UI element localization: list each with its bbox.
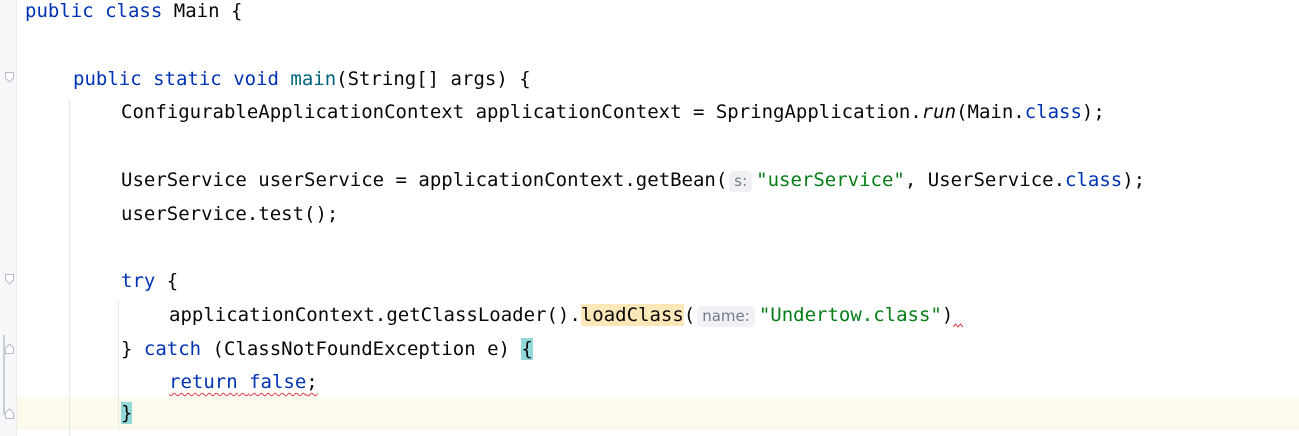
code-text: ); — [1122, 169, 1146, 191]
code-line-4[interactable]: ConfigurableApplicationContext applicati… — [121, 96, 1105, 129]
method-name: main — [290, 68, 337, 90]
fold-marker-icon[interactable] — [5, 72, 14, 83]
indent-guide — [69, 100, 70, 436]
keyword: false — [249, 371, 307, 393]
string-literal: "userService" — [756, 169, 905, 191]
code-text: ConfigurableApplicationContext applicati… — [121, 101, 922, 123]
usage-highlight: loadClass — [580, 304, 684, 326]
code-text: ); — [1081, 101, 1105, 123]
code-text: ; — [306, 371, 318, 393]
class-name: Main — [173, 0, 220, 22]
fold-marker-icon[interactable] — [5, 274, 14, 285]
code-text: ) — [941, 304, 954, 326]
code-text: , UserService. — [904, 169, 1066, 191]
matched-brace: } — [121, 402, 133, 424]
fold-end-icon[interactable] — [5, 343, 14, 354]
code-line-13[interactable]: } — [121, 397, 133, 430]
code-line-3[interactable]: public static void main(String[] args) { — [73, 63, 531, 96]
parameter-hint: s: — [729, 171, 753, 192]
keyword: class — [1065, 169, 1123, 191]
caret-row-highlight — [17, 397, 1299, 430]
keyword: public — [73, 68, 142, 90]
code-text: ( — [683, 304, 696, 326]
fold-end-icon[interactable] — [5, 408, 14, 419]
code-line-9[interactable]: try { — [121, 265, 178, 298]
code-text: applicationContext.getClassLoader(). — [169, 304, 581, 326]
code-text: (ClassNotFoundException e) — [201, 338, 522, 360]
code-text: { — [155, 270, 179, 292]
brace: { — [230, 0, 243, 22]
matched-brace: { — [521, 338, 533, 360]
code-text: UserService userService = applicationCon… — [121, 169, 728, 191]
code-text: userService.test(); — [121, 203, 339, 225]
code-text: } — [121, 338, 144, 360]
keyword: try — [121, 270, 156, 292]
keyword: static — [153, 68, 222, 90]
code-line-6[interactable]: UserService userService = applicationCon… — [121, 164, 1145, 197]
keyword: void — [233, 68, 279, 90]
code-line-12[interactable]: return false; — [169, 366, 318, 399]
keyword: class — [105, 0, 163, 22]
code-text: (Main. — [956, 101, 1025, 123]
keyword: catch — [143, 338, 202, 360]
keyword: public — [25, 0, 94, 22]
code-line-10[interactable]: applicationContext.getClassLoader().load… — [169, 299, 964, 332]
code-line-1[interactable]: public class Main { — [25, 0, 242, 28]
parameter-hint: name: — [697, 306, 755, 327]
method-params: (String[] args) { — [336, 68, 531, 90]
code-line-11[interactable]: } catch (ClassNotFoundException e) { — [121, 333, 533, 366]
keyword: return — [169, 371, 238, 393]
indent-guide — [118, 300, 119, 430]
static-method-call: run — [921, 101, 957, 123]
error-squiggle — [952, 307, 964, 328]
change-marker — [3, 335, 5, 415]
string-literal: "Undertow.class" — [758, 304, 942, 326]
code-line-7[interactable]: userService.test(); — [121, 198, 338, 231]
keyword: class — [1024, 101, 1082, 123]
